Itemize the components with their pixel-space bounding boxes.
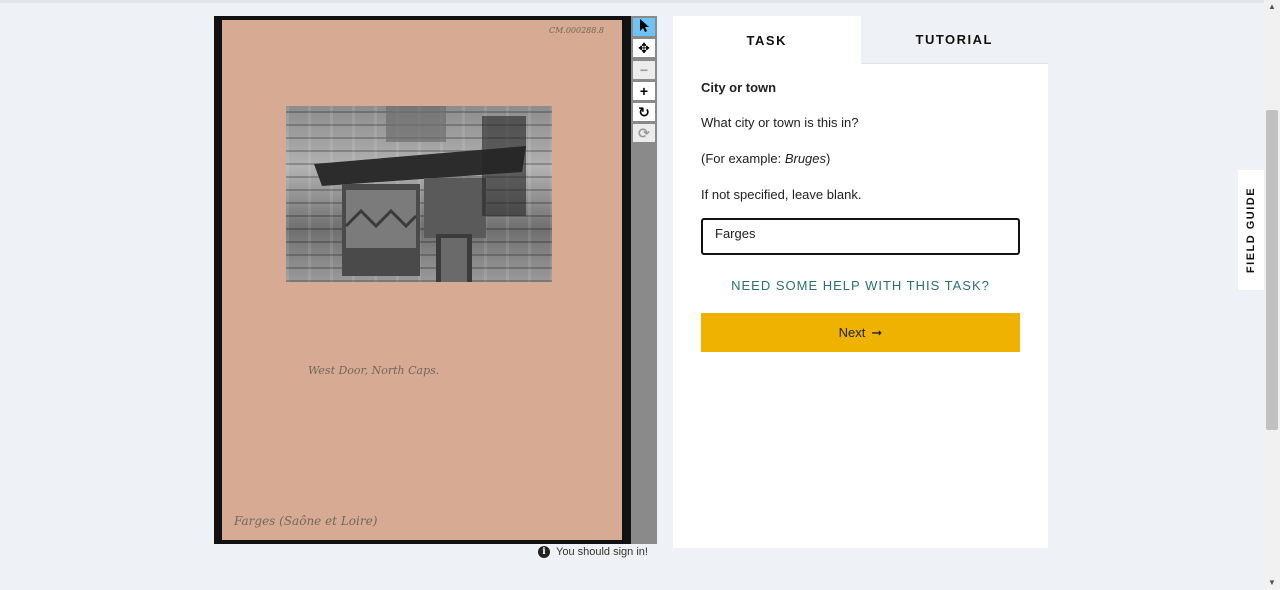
rotate-icon[interactable]: ↻ [633, 103, 655, 121]
viewer-toolbar: ✥ − + ↻ ⟳ [631, 16, 657, 544]
reference-number: CM.000288.8 [548, 26, 604, 35]
task-panel: TASK TUTORIAL City or town What city or … [673, 16, 1048, 548]
tab-tutorial[interactable]: TUTORIAL [860, 16, 1048, 64]
example-text: (For example: Bruges) [701, 151, 1020, 166]
city-answer-input[interactable]: Farges [701, 218, 1020, 255]
next-label: Next [838, 325, 866, 340]
task-tabs: TASK TUTORIAL [673, 16, 1048, 64]
refresh-icon[interactable]: ⟳ [633, 124, 655, 142]
task-content: City or town What city or town is this i… [673, 64, 1048, 352]
scroll-down-icon[interactable]: ▼ [1264, 576, 1280, 590]
info-icon: i [538, 546, 550, 558]
cursor-arrow-icon[interactable] [633, 18, 655, 36]
tab-task[interactable]: TASK [673, 16, 861, 64]
question-title: City or town [701, 80, 777, 95]
page-scrollbar[interactable]: ▲ ▼ [1264, 0, 1280, 590]
example-prefix: (For example: [701, 151, 785, 166]
example-value: Bruges [784, 151, 827, 166]
question-text: What city or town is this in? [701, 115, 859, 130]
field-guide-label: FIELD GUIDE [1245, 186, 1257, 274]
capitals-photo-drawing [314, 106, 526, 282]
sign-in-notice: i You should sign in! [538, 546, 648, 558]
minus-icon[interactable]: − [633, 61, 655, 79]
archive-card: CM.000288.8 West Door, North Caps. Farge… [222, 20, 622, 540]
sign-in-text: You should sign in! [556, 546, 648, 558]
help-link[interactable]: NEED SOME HELP WITH THIS TASK? [701, 278, 1020, 293]
next-button[interactable]: Next ➞ [701, 313, 1020, 352]
field-guide-tab[interactable]: FIELD GUIDE [1238, 170, 1264, 290]
caption-handwriting: West Door, North Caps. [308, 364, 440, 377]
scroll-thumb[interactable] [1266, 110, 1278, 430]
plus-icon[interactable]: + [633, 82, 655, 100]
move-arrows-icon[interactable]: ✥ [633, 39, 655, 57]
instruction-text: If not specified, leave blank. [701, 187, 862, 202]
scroll-up-icon[interactable]: ▲ [1264, 0, 1280, 14]
subject-viewer[interactable]: CM.000288.8 West Door, North Caps. Farge… [214, 16, 631, 544]
arrow-right-icon: ➞ [871, 324, 883, 340]
top-border [0, 0, 1264, 3]
example-suffix: ) [826, 151, 831, 166]
architecture-photo [286, 106, 552, 282]
location-handwriting: Farges (Saône et Loire) [234, 514, 378, 528]
